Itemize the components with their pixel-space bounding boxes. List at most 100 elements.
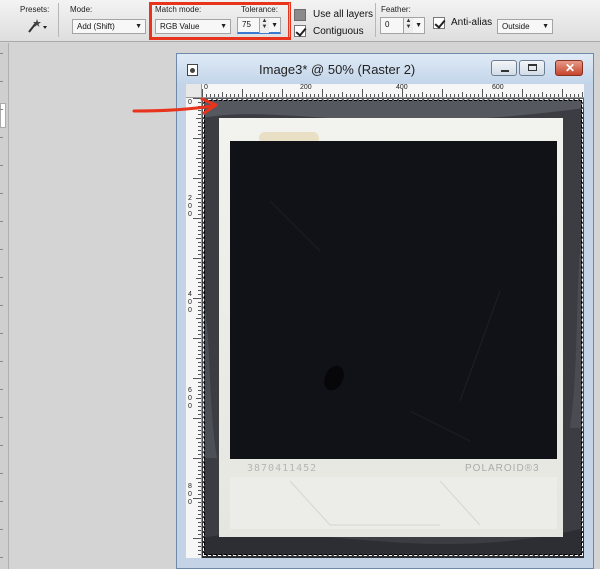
ruler-tick bbox=[254, 94, 255, 97]
ruler-tick bbox=[198, 226, 201, 227]
panel-tick bbox=[0, 473, 3, 474]
feather-value: 0 bbox=[385, 20, 390, 29]
image-window[interactable]: Image3* @ 50% (Raster 2) ✕ 0 200 400 600 0 2… bbox=[176, 53, 594, 569]
ruler-tick bbox=[198, 166, 201, 167]
ruler-tick bbox=[198, 146, 201, 147]
window-titlebar[interactable]: Image3* @ 50% (Raster 2) ✕ bbox=[177, 54, 593, 84]
presets-button[interactable] bbox=[24, 17, 50, 34]
ruler-tick bbox=[198, 142, 201, 143]
spin-arrows-icon[interactable]: ▲ ▼ bbox=[403, 18, 413, 33]
ruler-tick bbox=[198, 510, 201, 511]
ruler-tick bbox=[318, 94, 319, 97]
ruler-label: 6 0 0 bbox=[188, 387, 192, 410]
selection-marquee bbox=[203, 99, 583, 556]
ruler-tick bbox=[198, 486, 201, 487]
ruler-tick bbox=[198, 390, 201, 391]
ruler-tick bbox=[193, 178, 201, 179]
horizontal-ruler: 0 200 400 600 bbox=[202, 84, 584, 98]
ruler-tick bbox=[226, 94, 227, 97]
ruler-tick bbox=[198, 270, 201, 271]
ruler-tick bbox=[406, 94, 407, 97]
ruler-tick bbox=[510, 94, 511, 97]
antialias-mode-dropdown[interactable]: Outside ▼ bbox=[497, 19, 553, 34]
ruler-tick bbox=[193, 138, 201, 139]
ruler-tick bbox=[498, 94, 499, 97]
ruler-tick bbox=[414, 94, 415, 97]
ruler-tick bbox=[198, 382, 201, 383]
ruler-tick bbox=[198, 282, 201, 283]
ruler-tick bbox=[502, 92, 503, 97]
ruler-tick bbox=[198, 434, 201, 435]
ruler-tick bbox=[198, 170, 201, 171]
ruler-tick bbox=[193, 378, 201, 379]
ruler-tick bbox=[198, 514, 201, 515]
ruler-tick bbox=[193, 538, 201, 539]
chevron-down-icon: ▼ bbox=[135, 23, 142, 30]
vertical-ruler: 02 0 04 0 06 0 08 0 0 bbox=[186, 98, 202, 558]
minimize-icon bbox=[501, 70, 509, 72]
ruler-tick bbox=[198, 454, 201, 455]
ruler-label: 0 bbox=[204, 84, 208, 91]
annotation-arrow bbox=[132, 97, 218, 115]
ruler-tick bbox=[198, 314, 201, 315]
ruler-tick bbox=[198, 306, 201, 307]
ruler-tick bbox=[198, 494, 201, 495]
document-icon bbox=[187, 64, 198, 76]
maximize-icon bbox=[528, 64, 537, 71]
ruler-tick bbox=[198, 174, 201, 175]
ruler-tick bbox=[198, 286, 201, 287]
ruler-tick bbox=[198, 370, 201, 371]
chevron-down-icon[interactable]: ▼ bbox=[415, 19, 422, 32]
ruler-tick bbox=[458, 94, 459, 97]
ruler-tick bbox=[198, 242, 201, 243]
ruler-tick bbox=[198, 230, 201, 231]
feather-input[interactable]: 0 ▲ ▼ ▼ bbox=[380, 17, 425, 34]
ruler-tick bbox=[198, 402, 201, 403]
contiguous-checkbox[interactable] bbox=[294, 25, 306, 37]
ruler-tick bbox=[442, 89, 443, 97]
ruler-tick bbox=[196, 158, 201, 159]
panel-tick bbox=[0, 445, 3, 446]
ruler-tick bbox=[198, 474, 201, 475]
minimize-button[interactable] bbox=[491, 60, 517, 76]
presets-label: Presets: bbox=[20, 5, 50, 14]
ruler-tick bbox=[193, 218, 201, 219]
ruler-tick bbox=[490, 94, 491, 97]
ruler-tick bbox=[198, 194, 201, 195]
close-button[interactable]: ✕ bbox=[555, 60, 583, 76]
ruler-tick bbox=[546, 94, 547, 97]
ruler-tick bbox=[558, 94, 559, 97]
ruler-label: 4 0 0 bbox=[188, 291, 192, 314]
ruler-tick bbox=[198, 506, 201, 507]
antialias-checkbox[interactable] bbox=[433, 17, 445, 29]
ruler-label: 400 bbox=[396, 84, 408, 91]
ruler-tick bbox=[198, 482, 201, 483]
ruler-tick bbox=[314, 94, 315, 97]
ruler-tick bbox=[338, 94, 339, 97]
mode-dropdown[interactable]: Add (Shift) ▼ bbox=[72, 19, 146, 34]
ruler-tick bbox=[198, 310, 201, 311]
ruler-tick bbox=[198, 362, 201, 363]
maximize-button[interactable] bbox=[519, 60, 545, 76]
ruler-tick bbox=[418, 94, 419, 97]
ruler-tick bbox=[198, 386, 201, 387]
image-canvas[interactable]: 3870411452 POLAROID®3 bbox=[202, 98, 584, 558]
ruler-tick bbox=[378, 94, 379, 97]
ruler-tick bbox=[526, 94, 527, 97]
panel-tick bbox=[0, 333, 3, 334]
ruler-tick bbox=[198, 246, 201, 247]
contiguous-label: Contiguous bbox=[313, 26, 364, 37]
ruler-tick bbox=[198, 534, 201, 535]
ruler-tick bbox=[374, 94, 375, 97]
use-all-layers-checkbox[interactable] bbox=[294, 9, 306, 21]
ruler-tick bbox=[522, 89, 523, 97]
panel-tick bbox=[0, 81, 3, 82]
ruler-tick bbox=[198, 446, 201, 447]
ruler-tick bbox=[198, 342, 201, 343]
left-panel-field[interactable] bbox=[0, 103, 6, 128]
ruler-tick bbox=[514, 94, 515, 97]
ruler-tick bbox=[198, 374, 201, 375]
ruler-tick bbox=[370, 94, 371, 97]
ruler-tick bbox=[198, 302, 201, 303]
ruler-tick bbox=[294, 94, 295, 97]
